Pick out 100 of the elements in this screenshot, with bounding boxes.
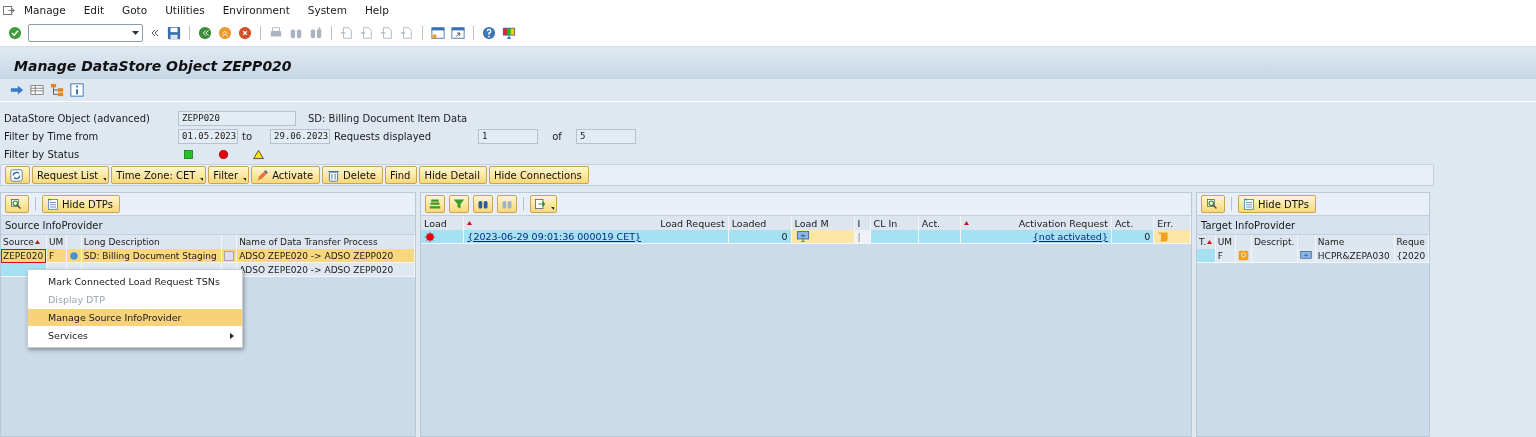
status-triangle-icon[interactable] <box>252 147 265 161</box>
object-field[interactable]: ZEPP020 <box>178 110 296 126</box>
column-header[interactable]: Act. <box>1111 216 1154 230</box>
detail-button[interactable] <box>1201 195 1225 213</box>
column-header[interactable]: Name of Data Transfer Process <box>236 235 415 249</box>
command-field[interactable] <box>28 24 143 42</box>
toolbar-button[interactable]: Delete <box>322 166 383 184</box>
shortcut-icon[interactable] <box>451 26 465 40</box>
monitor-icon <box>1300 249 1313 262</box>
column-header[interactable]: Reque <box>1394 235 1429 249</box>
hierarchy-icon[interactable] <box>50 83 64 97</box>
menu-item[interactable]: Edit <box>74 4 114 16</box>
sort-icon <box>467 221 473 225</box>
table-cell: 0 <box>728 230 792 244</box>
column-header[interactable]: UM <box>46 235 67 249</box>
table-icon[interactable] <box>30 83 44 97</box>
monitor-icon[interactable] <box>502 26 516 40</box>
menu-item[interactable]: System <box>298 4 356 16</box>
status-dot-icon <box>424 230 436 243</box>
object-description: SD: Billing Document Item Data <box>308 112 468 124</box>
menu-item[interactable]: Manage <box>15 4 75 16</box>
page-icon[interactable] <box>340 26 354 40</box>
cancel-icon[interactable] <box>238 26 252 40</box>
refresh-icon <box>10 168 23 182</box>
menu-item[interactable]: Utilities <box>156 4 214 16</box>
column-header[interactable]: Source <box>1 235 47 249</box>
column-header[interactable]: Load Request <box>463 216 729 230</box>
detail-button[interactable] <box>5 195 29 213</box>
date-to-field[interactable]: 29.06.2023 <box>270 128 331 144</box>
date-from-field[interactable]: 01.05.2023 <box>178 128 238 144</box>
trash-icon <box>327 168 341 182</box>
page-icon[interactable] <box>400 26 414 40</box>
sort-icon <box>964 221 970 225</box>
column-header[interactable]: CL In <box>870 216 919 230</box>
filter-button[interactable] <box>449 195 469 213</box>
hide-dtps-button[interactable]: Hide DTPs <box>1238 195 1316 213</box>
monitor-icon[interactable] <box>794 230 811 243</box>
toolbar-button[interactable]: Hide Detail <box>419 166 487 184</box>
funnel-icon <box>453 198 465 210</box>
list-icon <box>47 198 59 210</box>
page-icon[interactable] <box>380 26 394 40</box>
table-cell: SD: Billing Document Staging <box>81 249 222 263</box>
column-header[interactable]: Load <box>421 216 464 230</box>
field-label: DataStore Object (advanced) <box>4 111 151 126</box>
column-header[interactable]: Long Description <box>81 235 222 249</box>
refresh-button[interactable] <box>5 166 30 184</box>
menu-item[interactable]: Manage Source InfoProvider <box>28 309 242 326</box>
column-header[interactable]: Activation Request <box>960 216 1112 230</box>
column-header[interactable]: Load M <box>791 216 854 230</box>
toolbar-button[interactable]: Find <box>384 166 418 184</box>
new-window-icon[interactable] <box>431 26 445 40</box>
toolbar-button[interactable]: Hide Connections <box>488 166 589 184</box>
help-icon[interactable] <box>482 26 496 40</box>
back-icon[interactable] <box>198 26 212 40</box>
menu-item[interactable]: Goto <box>113 4 157 16</box>
find-button[interactable] <box>473 195 493 213</box>
menu-item[interactable]: Environment <box>213 4 299 16</box>
printer-icon[interactable] <box>269 26 283 40</box>
stack-button[interactable] <box>425 195 445 213</box>
column-header[interactable]: Act. <box>918 216 961 230</box>
info-icon[interactable] <box>70 83 84 97</box>
binoculars-icon <box>477 198 489 210</box>
requests-displayed-field[interactable]: 1 <box>478 128 539 144</box>
column-header[interactable]: Descript. <box>1251 235 1298 249</box>
section-title: Source InfoProvider <box>1 216 415 235</box>
table-cell: 0 <box>1111 230 1154 244</box>
up-icon[interactable] <box>218 26 232 40</box>
menu-icon[interactable] <box>2 3 15 17</box>
export-icon <box>534 198 546 210</box>
menu-item[interactable]: Services <box>28 327 242 344</box>
column-header[interactable]: T. <box>1197 235 1216 249</box>
status-circle-icon[interactable] <box>217 147 230 161</box>
toolbar-button[interactable]: Request List <box>32 166 110 184</box>
toolbar-button[interactable]: Time Zone: CET <box>111 166 207 184</box>
column-header[interactable]: Err. <box>1153 216 1191 230</box>
export-button[interactable] <box>530 195 557 213</box>
section-title: Target InfoProvider <box>1197 216 1429 235</box>
binoculars-plus-icon <box>501 198 513 210</box>
status-square-icon[interactable] <box>182 147 195 161</box>
save-icon[interactable] <box>167 26 181 40</box>
binoculars-plus-icon[interactable] <box>309 26 323 40</box>
caret-icon[interactable] <box>132 31 139 35</box>
page-icon[interactable] <box>360 26 374 40</box>
table-row[interactable]: ZEPE020 F SD: Billing Document Staging ADSO ZEPE020 -> ADSO ZEPP020 <box>1 249 415 263</box>
column-header[interactable]: Name <box>1315 235 1394 249</box>
requests-total-field[interactable]: 5 <box>576 128 637 144</box>
column-header[interactable]: UM <box>1215 235 1236 249</box>
check-icon[interactable] <box>8 26 22 40</box>
table-cell: ADSO ZEPE020 -> ADSO ZEPP020 <box>236 249 415 263</box>
table-cell: ZEPE020 <box>1 249 47 263</box>
double-chevron-icon[interactable] <box>149 27 161 39</box>
arrow-right-icon[interactable] <box>10 83 24 97</box>
column-header[interactable]: Loaded <box>728 216 792 230</box>
hide-dtps-button[interactable]: Hide DTPs <box>42 195 120 213</box>
screen-title: Manage DataStore Object ZEPP020 <box>0 53 1536 79</box>
menu-item[interactable]: Help <box>355 4 398 16</box>
toolbar-button[interactable]: Activate <box>251 166 321 184</box>
field-label: Requests displayed <box>334 130 433 142</box>
detail-icon <box>1206 198 1218 210</box>
toolbar-button[interactable]: Filter <box>208 166 250 184</box>
